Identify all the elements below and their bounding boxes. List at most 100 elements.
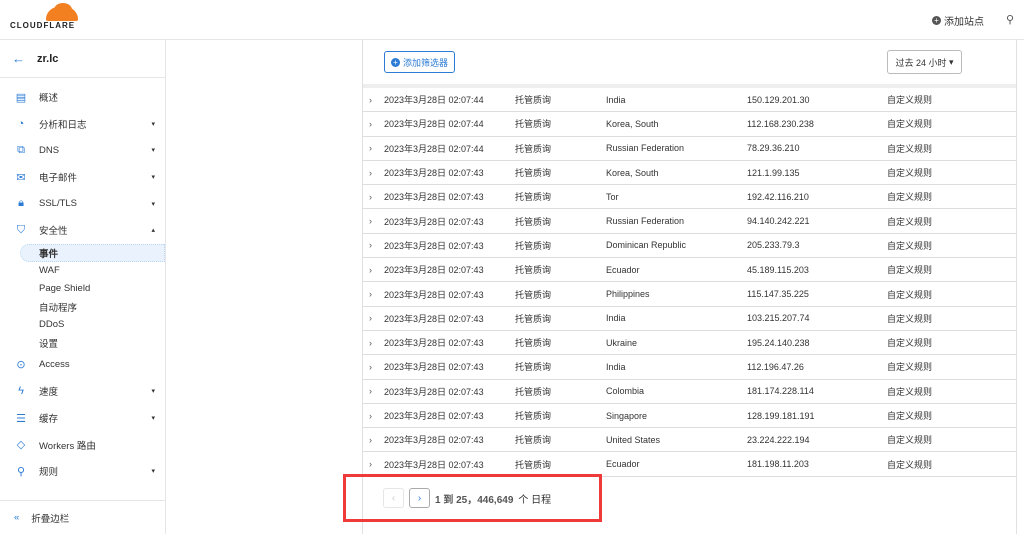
lightning-icon: ϟ bbox=[18, 385, 24, 398]
expand-chevron-icon[interactable]: › bbox=[369, 192, 372, 202]
table-row[interactable]: › 2023年3月28日 02:07:43 托管质询 Ecuador 45.189.11… bbox=[363, 258, 1016, 283]
sidebar-item[interactable]: ◇ Workers 路由 bbox=[0, 431, 165, 458]
expand-chevron-icon[interactable]: › bbox=[369, 95, 372, 105]
sidebar-item[interactable]: ☰ 缓存 ▾ bbox=[0, 405, 165, 432]
cell: 自定义规则 bbox=[887, 192, 933, 203]
cell: 128.199.181.191 bbox=[747, 410, 815, 421]
expand-chevron-icon[interactable]: › bbox=[369, 386, 372, 396]
expand-chevron-icon[interactable]: › bbox=[369, 143, 372, 153]
table-row[interactable]: › 2023年3月28日 02:07:43 托管质询 India 112.196.47.… bbox=[363, 355, 1016, 380]
caret-icon[interactable]: ▾ bbox=[151, 387, 155, 395]
expand-chevron-icon[interactable]: › bbox=[369, 338, 372, 348]
cell: Russian Federation bbox=[606, 216, 685, 227]
sidebar-item[interactable]: ⊙ Access bbox=[0, 352, 165, 379]
collapse-sidebar-button[interactable]: «折叠边栏 bbox=[0, 500, 165, 534]
caret-icon[interactable]: ▾ bbox=[151, 200, 155, 208]
cell: 托管质询 bbox=[515, 386, 552, 397]
cell: 112.196.47.26 bbox=[747, 361, 804, 372]
expand-chevron-icon[interactable]: › bbox=[369, 313, 372, 323]
cell: Ukraine bbox=[606, 337, 638, 348]
sidebar-subitem[interactable]: Page Shield bbox=[0, 280, 165, 298]
expand-chevron-icon[interactable]: › bbox=[369, 216, 372, 226]
cell: 2023年3月28日 02:07:43 bbox=[384, 289, 484, 300]
table-row[interactable]: › 2023年3月28日 02:07:43 托管质询 Tor 192.42.116.21… bbox=[363, 185, 1016, 210]
search-icon[interactable]: ⚲ bbox=[1006, 13, 1014, 26]
table-row[interactable]: › 2023年3月28日 02:07:43 托管质询 Singapore 128.199… bbox=[363, 404, 1016, 429]
events-table: › 2023年3月28日 02:07:44 托管质询 India 150.129.201… bbox=[363, 88, 1016, 477]
table-row[interactable]: › 2023年3月28日 02:07:43 托管质询 Russian Federati… bbox=[363, 209, 1016, 234]
cell: India bbox=[606, 313, 626, 324]
caret-icon[interactable]: ▾ bbox=[151, 173, 155, 181]
caret-icon[interactable]: ▾ bbox=[151, 467, 155, 475]
table-row[interactable]: › 2023年3月28日 02:07:43 托管质询 India 103.215.207… bbox=[363, 307, 1016, 331]
expand-chevron-icon[interactable]: › bbox=[369, 265, 372, 275]
cell: 自定义规则 bbox=[887, 289, 933, 300]
filter-bar: + 添加筛选器 过去 24 小时 ▾ bbox=[363, 40, 1016, 88]
table-row[interactable]: › 2023年3月28日 02:07:44 托管质询 Russian Federati… bbox=[363, 137, 1016, 161]
caret-icon[interactable]: ▴ bbox=[151, 226, 155, 234]
caret-icon[interactable]: ▾ bbox=[151, 120, 155, 128]
expand-chevron-icon[interactable]: › bbox=[369, 240, 372, 250]
table-row[interactable]: › 2023年3月28日 02:07:43 托管质询 Colombia 181.174.… bbox=[363, 380, 1016, 404]
cell: 自定义规则 bbox=[887, 435, 933, 446]
sidebar-subitem[interactable]: WAF bbox=[0, 262, 165, 280]
cell: 托管质询 bbox=[515, 338, 552, 349]
table-row[interactable]: › 2023年3月28日 02:07:44 托管质询 Korea, South 112.… bbox=[363, 112, 1016, 137]
back-arrow-icon[interactable]: ← bbox=[12, 51, 25, 66]
sidebar-subitem[interactable]: DDoS bbox=[0, 316, 165, 334]
cell: 150.129.201.30 bbox=[747, 94, 810, 105]
cell: 2023年3月28日 02:07:44 bbox=[384, 95, 484, 106]
expand-chevron-icon[interactable]: › bbox=[369, 119, 372, 129]
table-row[interactable]: › 2023年3月28日 02:07:43 托管质询 United States 23.… bbox=[363, 428, 1016, 453]
cell: 181.174.228.114 bbox=[747, 386, 814, 397]
table-row[interactable]: › 2023年3月28日 02:07:44 托管质询 India 150.129.201… bbox=[363, 88, 1016, 113]
cell: 自定义规则 bbox=[887, 459, 933, 470]
cell: Ecuador bbox=[606, 264, 640, 275]
cell: 2023年3月28日 02:07:44 bbox=[384, 143, 484, 154]
sidebar-item[interactable]: ◔ 分析和日志 ▾ bbox=[0, 111, 165, 138]
cell: 2023年3月28日 02:07:43 bbox=[384, 192, 484, 203]
table-row[interactable]: › 2023年3月28日 02:07:43 托管质询 Ukraine 195.24.14… bbox=[363, 331, 1016, 356]
expand-chevron-icon[interactable]: › bbox=[369, 289, 372, 299]
caret-icon[interactable]: ▾ bbox=[151, 414, 155, 422]
expand-chevron-icon[interactable]: › bbox=[369, 362, 372, 372]
sidebar-item[interactable]: ✉ 电子邮件 ▾ bbox=[0, 164, 165, 191]
expand-chevron-icon[interactable]: › bbox=[369, 411, 372, 421]
cell: United States bbox=[606, 434, 661, 445]
sidebar-subitem[interactable]: 自动程序 bbox=[0, 298, 165, 316]
cell: Korea, South bbox=[606, 118, 659, 129]
cell: 托管质询 bbox=[515, 362, 552, 373]
time-range-select[interactable]: 过去 24 小时 ▾ bbox=[887, 50, 962, 74]
table-row[interactable]: › 2023年3月28日 02:07:43 托管质询 Dominican Republ… bbox=[363, 234, 1016, 259]
cell: India bbox=[606, 94, 626, 105]
table-row[interactable]: › 2023年3月28日 02:07:43 托管质询 Philippines 115.1… bbox=[363, 282, 1016, 307]
add-site-button[interactable]: + 添加站点 bbox=[932, 13, 984, 28]
cell: 托管质询 bbox=[515, 119, 552, 130]
cell: 托管质询 bbox=[515, 265, 552, 276]
cell: 2023年3月28日 02:07:43 bbox=[384, 240, 484, 251]
sidebar-item[interactable]: 🔒︎ SSL/TLS ▾ bbox=[0, 190, 165, 217]
cell: 2023年3月28日 02:07:43 bbox=[384, 168, 484, 179]
rules-icon: ⚲ bbox=[16, 465, 26, 478]
add-filter-button[interactable]: + 添加筛选器 bbox=[384, 51, 456, 73]
sidebar-item[interactable]: ▤ 概述 bbox=[0, 84, 165, 111]
cell: 自定义规则 bbox=[887, 411, 933, 421]
sidebar-item[interactable]: ⧉ DNS ▾ bbox=[0, 137, 165, 164]
caret-icon[interactable]: ▾ bbox=[151, 146, 155, 154]
cell: 23.224.222.194 bbox=[747, 434, 810, 445]
cell: 自定义规则 bbox=[887, 240, 933, 251]
expand-chevron-icon[interactable]: › bbox=[369, 459, 372, 469]
sidebar-item[interactable]: ϟ 速度 ▾ bbox=[0, 378, 165, 405]
cell: Singapore bbox=[606, 410, 648, 421]
expand-chevron-icon[interactable]: › bbox=[369, 168, 372, 178]
cloudflare-logo[interactable]: CLOUDFLARE bbox=[10, 3, 80, 34]
cell: 192.42.116.210 bbox=[747, 191, 809, 202]
cell: Russian Federation bbox=[606, 143, 685, 154]
sidebar-subitem[interactable]: 设置 bbox=[0, 334, 165, 352]
sidebar-subitem[interactable]: 事件 bbox=[20, 243, 165, 262]
sidebar-item[interactable]: ⛉ 安全性 ▴ bbox=[0, 217, 165, 244]
sidebar-item[interactable]: ⚲ 规则 ▾ bbox=[0, 458, 165, 485]
table-row[interactable]: › 2023年3月28日 02:07:43 托管质询 Korea, South 121.… bbox=[363, 161, 1016, 186]
expand-chevron-icon[interactable]: › bbox=[369, 435, 372, 445]
zone-header: ← zr.lc bbox=[0, 40, 165, 78]
